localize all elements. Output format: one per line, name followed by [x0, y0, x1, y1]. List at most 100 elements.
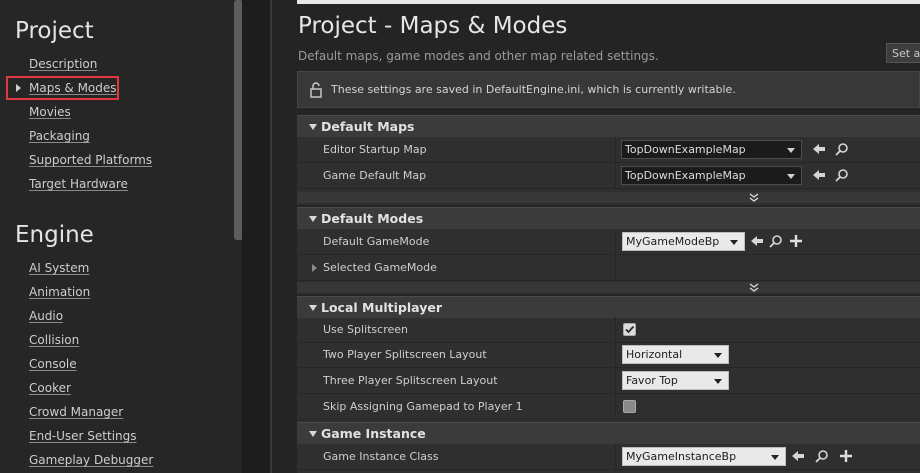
- chevron-down-icon: [787, 174, 795, 179]
- column-splitter[interactable]: [615, 137, 616, 163]
- search-bar-edge: [297, 0, 920, 4]
- nav-item-end-user-settings[interactable]: End-User Settings: [29, 429, 137, 443]
- sidebar-scrollbar[interactable]: [234, 0, 242, 240]
- nav-item-ai-system[interactable]: AI System: [29, 261, 89, 275]
- column-splitter[interactable]: [615, 229, 616, 255]
- column-splitter[interactable]: [615, 444, 616, 470]
- nav-item-animation[interactable]: Animation: [29, 285, 90, 299]
- three-player-layout-combo[interactable]: Favor Top: [622, 371, 729, 390]
- collapse-arrow-icon: [309, 124, 317, 130]
- skip-gamepad-checkbox[interactable]: [623, 400, 636, 413]
- row-three-player-layout: Three Player Splitscreen Layout Favor To…: [297, 368, 920, 394]
- chevron-down-icon: [787, 148, 795, 153]
- nav-heading-project: Project: [15, 18, 94, 44]
- nav-item-audio[interactable]: Audio: [29, 309, 63, 323]
- column-splitter[interactable]: [615, 317, 616, 343]
- nav-item-packaging[interactable]: Packaging: [29, 129, 90, 143]
- page-title: Project - Maps & Modes: [298, 13, 568, 39]
- chevron-down-icon: [714, 379, 722, 384]
- prop-label: Skip Assigning Gamepad to Player 1: [323, 400, 523, 413]
- double-chevron-down-icon: [749, 193, 759, 202]
- row-use-splitscreen: Use Splitscreen: [297, 317, 920, 343]
- nav-item-collision[interactable]: Collision: [29, 333, 79, 347]
- double-chevron-down-icon: [749, 283, 759, 292]
- game-instance-class-combo[interactable]: MyGameInstanceBp: [622, 447, 786, 466]
- combo-value: MyGameModeBp: [626, 235, 720, 248]
- prop-label: Three Player Splitscreen Layout: [323, 374, 498, 387]
- column-splitter[interactable]: [615, 368, 616, 394]
- column-splitter[interactable]: [615, 255, 616, 281]
- expand-arrow-icon[interactable]: [312, 264, 317, 272]
- magnifier-icon[interactable]: [768, 233, 784, 249]
- section-local-multiplayer: Local Multiplayer Use Splitscreen Two Pl…: [297, 296, 920, 422]
- nav-item-console[interactable]: Console: [29, 357, 77, 371]
- combo-value: TopDownExampleMap: [625, 169, 746, 182]
- editor-startup-map-combo[interactable]: TopDownExampleMap: [621, 140, 802, 159]
- advanced-expand-strip[interactable]: [297, 282, 920, 293]
- game-default-map-combo[interactable]: TopDownExampleMap: [621, 166, 802, 185]
- section-default-maps: Default Maps Editor Startup Map TopDownE…: [297, 115, 920, 205]
- collapse-arrow-icon: [309, 216, 317, 222]
- column-splitter[interactable]: [615, 163, 616, 189]
- section-header-local-multiplayer[interactable]: Local Multiplayer: [297, 296, 920, 318]
- selected-arrow-icon: [16, 84, 21, 92]
- advanced-expand-strip[interactable]: [297, 192, 920, 203]
- use-splitscreen-checkbox[interactable]: [623, 323, 636, 336]
- panel-divider: [242, 0, 272, 473]
- section-title: Local Multiplayer: [321, 300, 442, 315]
- section-default-modes: Default Modes Default GameMode MyGameMod…: [297, 207, 920, 294]
- page-subtitle: Default maps, game modes and other map r…: [298, 49, 659, 63]
- row-default-gamemode: Default GameMode MyGameModeBp: [297, 229, 920, 255]
- section-title: Default Modes: [321, 211, 424, 226]
- chevron-down-icon: [714, 353, 722, 358]
- row-game-default-map: Game Default Map TopDownExampleMap: [297, 163, 920, 189]
- row-selected-gamemode[interactable]: Selected GameMode: [297, 255, 920, 281]
- combo-value: TopDownExampleMap: [625, 143, 746, 156]
- collapse-arrow-icon: [309, 305, 317, 311]
- arrow-left-icon[interactable]: [790, 448, 806, 464]
- combo-value: Favor Top: [626, 374, 678, 387]
- nav-item-description[interactable]: Description: [29, 57, 97, 71]
- prop-label: Game Instance Class: [323, 450, 439, 463]
- arrow-left-icon[interactable]: [811, 167, 827, 183]
- magnifier-icon[interactable]: [814, 448, 830, 464]
- row-game-instance-class: Game Instance Class MyGameInstanceBp: [297, 444, 920, 470]
- arrow-left-icon[interactable]: [811, 141, 827, 157]
- nav-item-maps-modes[interactable]: Maps & Modes: [29, 81, 117, 95]
- nav-item-crowd-manager[interactable]: Crowd Manager: [29, 405, 123, 419]
- prop-label: Selected GameMode: [323, 261, 437, 274]
- magnifier-icon[interactable]: [834, 141, 850, 157]
- plus-icon[interactable]: [788, 233, 804, 249]
- chevron-down-icon: [771, 455, 779, 460]
- section-header-default-maps[interactable]: Default Maps: [297, 115, 920, 137]
- nav-item-cooker[interactable]: Cooker: [29, 381, 71, 395]
- nav-item-gameplay-debugger[interactable]: Gameplay Debugger: [29, 453, 153, 467]
- collapse-arrow-icon: [309, 431, 317, 437]
- combo-value: MyGameInstanceBp: [626, 450, 737, 463]
- set-as-default-button[interactable]: Set as: [886, 43, 920, 63]
- unlock-icon: [310, 82, 322, 98]
- config-notice-bar: These settings are saved in DefaultEngin…: [297, 71, 920, 108]
- magnifier-icon[interactable]: [834, 167, 850, 183]
- combo-value: Horizontal: [626, 348, 683, 361]
- chevron-down-icon: [730, 240, 738, 245]
- section-header-default-modes[interactable]: Default Modes: [297, 207, 920, 229]
- prop-label: Default GameMode: [323, 235, 430, 248]
- row-two-player-layout: Two Player Splitscreen Layout Horizontal: [297, 342, 920, 368]
- section-title: Default Maps: [321, 119, 415, 134]
- nav-item-supported-platforms[interactable]: Supported Platforms: [29, 153, 152, 167]
- panel-splitter[interactable]: [270, 0, 272, 473]
- section-title: Game Instance: [321, 426, 426, 441]
- nav-item-target-hardware[interactable]: Target Hardware: [29, 177, 128, 191]
- nav-item-movies[interactable]: Movies: [29, 105, 71, 119]
- column-splitter[interactable]: [615, 342, 616, 368]
- row-editor-startup-map: Editor Startup Map TopDownExampleMap: [297, 137, 920, 163]
- plus-icon[interactable]: [838, 448, 854, 464]
- arrow-left-icon[interactable]: [749, 233, 765, 249]
- nav-heading-engine: Engine: [15, 222, 94, 248]
- prop-label: Editor Startup Map: [323, 143, 427, 156]
- two-player-layout-combo[interactable]: Horizontal: [622, 345, 729, 364]
- section-header-game-instance[interactable]: Game Instance: [297, 422, 920, 444]
- default-gamemode-combo[interactable]: MyGameModeBp: [622, 232, 745, 251]
- column-splitter[interactable]: [615, 394, 616, 420]
